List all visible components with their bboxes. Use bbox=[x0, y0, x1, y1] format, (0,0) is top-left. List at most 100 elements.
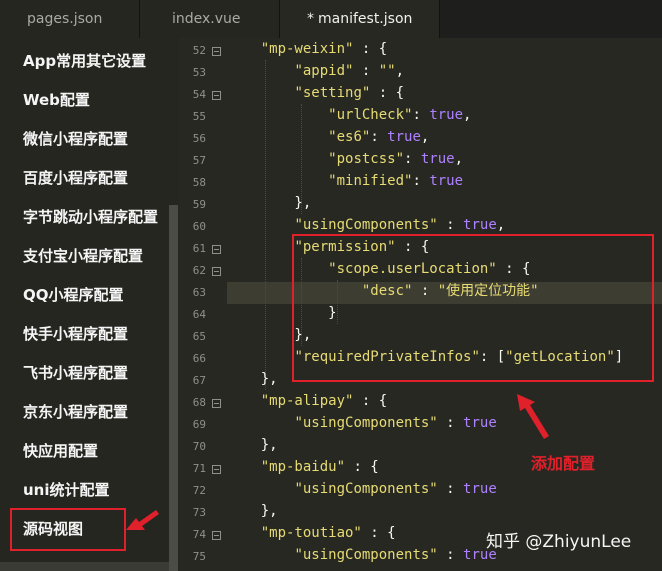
sidebar-horizontal-scrollbar[interactable] bbox=[0, 562, 169, 571]
tab-index-vue[interactable]: index.vue bbox=[140, 0, 280, 38]
sidebar-item-bytedance[interactable]: 字节跳动小程序配置 bbox=[23, 206, 158, 227]
tab-pages-json[interactable]: pages.json bbox=[0, 0, 140, 38]
code-line: }, bbox=[227, 371, 278, 387]
sidebar-item-kuaishou[interactable]: 快手小程序配置 bbox=[23, 323, 128, 344]
code-key: "usingComponents" bbox=[294, 415, 438, 431]
code-line: "postcss": true, bbox=[328, 151, 464, 167]
code-boolean: true bbox=[463, 415, 497, 431]
code-key: "urlCheck" bbox=[328, 107, 413, 123]
permission-highlight-box bbox=[292, 234, 654, 382]
sidebar-item-baidu[interactable]: 百度小程序配置 bbox=[23, 167, 128, 188]
code-boolean: true bbox=[429, 173, 464, 189]
code-line: "usingComponents" : true bbox=[294, 481, 497, 497]
sidebar-item-feishu[interactable]: 飞书小程序配置 bbox=[23, 362, 128, 383]
fold-toggle-icon[interactable] bbox=[212, 267, 221, 276]
code-key: "es6" bbox=[328, 129, 371, 145]
code-line: }, bbox=[227, 195, 312, 211]
code-key: "appid" bbox=[294, 63, 354, 79]
line-number: 60 bbox=[192, 220, 206, 233]
code-boolean: true bbox=[429, 107, 464, 123]
code-key: "mp-alipay" bbox=[260, 393, 354, 409]
line-number: 58 bbox=[192, 176, 206, 189]
code-line: "mp-toutiao" : { bbox=[260, 525, 396, 541]
code-line: "mp-alipay" : { bbox=[260, 393, 388, 409]
arrow-icon bbox=[517, 394, 549, 439]
sidebar-item-alipay[interactable]: 支付宝小程序配置 bbox=[23, 245, 143, 266]
code-line: "mp-weixin" : { bbox=[260, 41, 388, 57]
code-key: "mp-baidu" bbox=[260, 459, 346, 475]
line-number-gutter: 52 53 54 55 56 57 58 59 60 61 62 63 64 6… bbox=[179, 38, 227, 571]
sidebar-scrollbar[interactable] bbox=[169, 205, 178, 571]
line-number: 57 bbox=[192, 154, 206, 167]
line-number: 64 bbox=[192, 308, 206, 321]
line-number: 67 bbox=[192, 374, 206, 387]
tab-label: manifest.json bbox=[318, 11, 413, 27]
line-number: 53 bbox=[192, 66, 206, 79]
annotation-label: 添加配置 bbox=[531, 454, 596, 473]
line-number: 66 bbox=[192, 352, 206, 365]
line-number: 70 bbox=[192, 440, 206, 453]
fold-toggle-icon[interactable] bbox=[212, 531, 221, 540]
code-line: "es6": true, bbox=[328, 129, 430, 145]
line-number: 65 bbox=[192, 330, 206, 343]
line-number: 73 bbox=[192, 506, 206, 519]
code-line: "setting" : { bbox=[294, 85, 405, 101]
sidebar: App常用其它设置 Web配置 微信小程序配置 百度小程序配置 字节跳动小程序配… bbox=[0, 38, 179, 571]
sidebar-item-app-settings[interactable]: App常用其它设置 bbox=[23, 50, 146, 71]
watermark: 知乎 @ZhiyunLee bbox=[486, 532, 632, 552]
code-line: "urlCheck": true, bbox=[328, 107, 472, 123]
tab-manifest-json[interactable]: * manifest.json bbox=[280, 0, 440, 38]
code-key: "usingComponents" bbox=[294, 217, 438, 233]
sidebar-item-jd[interactable]: 京东小程序配置 bbox=[23, 401, 128, 422]
line-number: 61 bbox=[192, 242, 206, 255]
arrow-icon bbox=[126, 510, 159, 530]
tab-bar: pages.json index.vue * manifest.json bbox=[0, 0, 662, 38]
fold-toggle-icon[interactable] bbox=[212, 399, 221, 408]
code-key: "mp-toutiao" bbox=[260, 525, 362, 541]
code-line: "usingComponents" : true bbox=[294, 415, 497, 431]
line-number: 74 bbox=[192, 528, 206, 541]
sidebar-item-uni-stats[interactable]: uni统计配置 bbox=[23, 479, 110, 500]
tab-label: pages.json bbox=[27, 11, 103, 27]
fold-toggle-icon[interactable] bbox=[212, 245, 221, 254]
sidebar-item-web[interactable]: Web配置 bbox=[23, 89, 90, 110]
sidebar-item-weixin[interactable]: 微信小程序配置 bbox=[23, 128, 128, 149]
source-view-highlight-box bbox=[10, 508, 126, 551]
code-line: "appid" : "", bbox=[294, 63, 405, 79]
line-number: 62 bbox=[192, 264, 206, 277]
code-boolean: true bbox=[387, 129, 421, 145]
code-line: }, bbox=[227, 437, 278, 453]
line-number: 69 bbox=[192, 418, 206, 431]
line-number: 56 bbox=[192, 132, 206, 145]
code-line: "mp-baidu" : { bbox=[260, 459, 379, 475]
line-number: 63 bbox=[192, 286, 206, 299]
line-number: 75 bbox=[192, 550, 206, 563]
code-key: "usingComponents" bbox=[294, 481, 438, 497]
code-string: "" bbox=[378, 63, 396, 79]
line-number: 52 bbox=[192, 44, 206, 57]
code-key: "mp-weixin" bbox=[260, 41, 354, 57]
sidebar-item-quickapp[interactable]: 快应用配置 bbox=[23, 440, 98, 461]
sidebar-item-qq[interactable]: QQ小程序配置 bbox=[23, 284, 124, 305]
code-key: "usingComponents" bbox=[294, 547, 438, 563]
fold-toggle-icon[interactable] bbox=[212, 465, 221, 474]
fold-toggle-icon[interactable] bbox=[212, 47, 221, 56]
line-number: 54 bbox=[192, 88, 206, 101]
code-key: "minified" bbox=[328, 173, 413, 189]
code-boolean: true bbox=[463, 481, 497, 497]
code-line: "usingComponents" : true, bbox=[294, 217, 506, 233]
fold-toggle-icon[interactable] bbox=[212, 91, 221, 100]
code-line: "usingComponents" : true bbox=[294, 547, 497, 563]
modified-mark: * bbox=[307, 11, 314, 27]
line-number: 71 bbox=[192, 462, 206, 475]
tab-label: index.vue bbox=[172, 11, 241, 27]
line-number: 55 bbox=[192, 110, 206, 123]
code-line: "minified": true bbox=[328, 173, 464, 189]
code-key: "setting" bbox=[294, 85, 371, 101]
code-line: }, bbox=[227, 503, 278, 519]
code-key: "postcss" bbox=[328, 151, 405, 167]
code-boolean: true bbox=[420, 151, 455, 167]
code-boolean: true bbox=[463, 217, 497, 233]
line-number: 68 bbox=[192, 396, 206, 409]
line-number: 72 bbox=[192, 484, 206, 497]
